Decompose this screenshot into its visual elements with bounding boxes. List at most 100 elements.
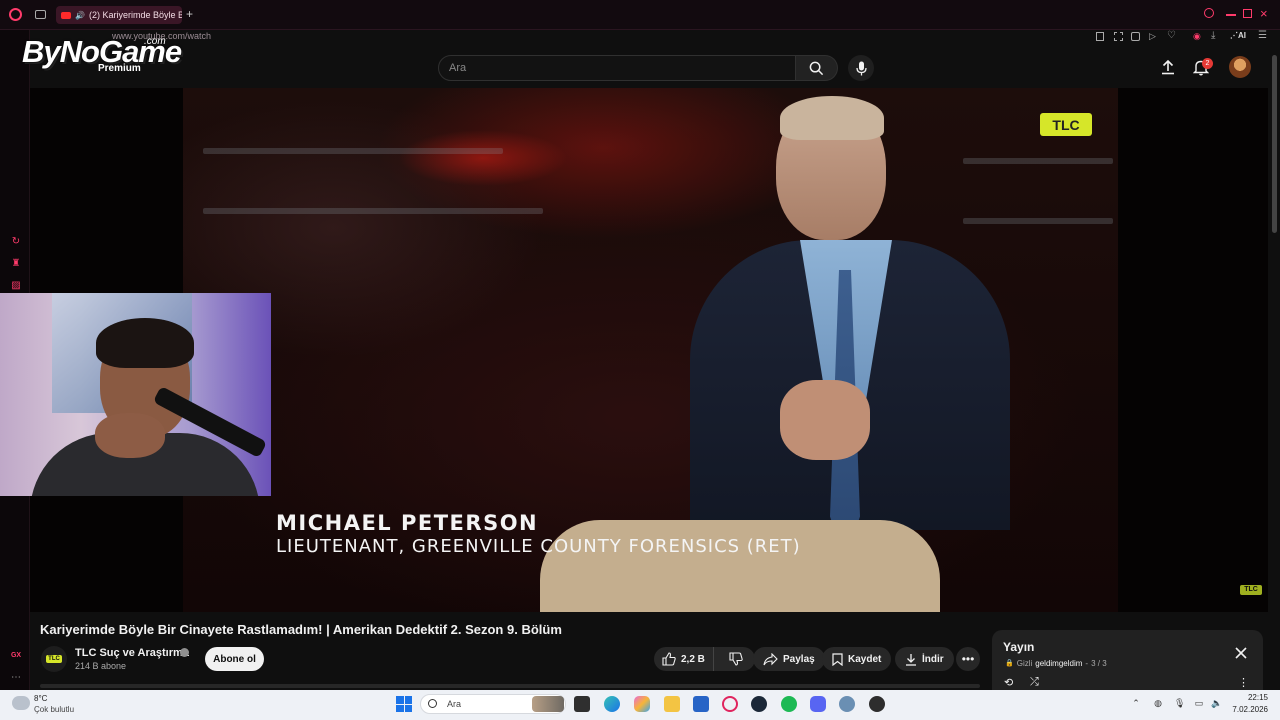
more-actions-button[interactable]: •••: [956, 647, 980, 671]
speaker-icon[interactable]: 🔊: [75, 11, 85, 20]
playlist-menu-icon[interactable]: ⋮: [1238, 676, 1249, 689]
download-label: İndir: [922, 653, 944, 665]
interviewee-hands: [780, 380, 870, 460]
player-icon[interactable]: ▷: [1149, 31, 1156, 42]
menu-icon[interactable]: ☰: [1258, 30, 1267, 41]
opera-logo-icon[interactable]: [9, 8, 22, 21]
page-scrollbar[interactable]: [1272, 55, 1277, 233]
file-explorer-icon[interactable]: [664, 696, 680, 712]
verified-check-icon: [180, 648, 189, 657]
channel-avatar-text: TLC: [46, 655, 62, 663]
interviewee-pants: [540, 520, 940, 612]
pinboard-icon[interactable]: ▨: [10, 280, 22, 292]
opera-gx-taskbar-icon[interactable]: [722, 696, 738, 712]
thumbs-up-icon: [662, 652, 676, 666]
lock-icon: 🔒: [1005, 660, 1014, 667]
playlist-position: 3 / 3: [1091, 659, 1107, 668]
windows-start-icon[interactable]: [396, 696, 412, 712]
obs-icon[interactable]: [869, 696, 885, 712]
bookmark-save-icon: [832, 652, 843, 666]
extensions-icon[interactable]: ♜: [10, 258, 22, 270]
weather-condition[interactable]: Çok bulutlu: [34, 705, 74, 714]
streamer-hair: [96, 318, 194, 368]
microphone-icon: [855, 61, 867, 75]
gx-corner-icon[interactable]: GX: [10, 650, 22, 662]
store-icon[interactable]: [693, 696, 709, 712]
voice-search-button[interactable]: [848, 55, 874, 81]
download-button[interactable]: İndir: [895, 647, 954, 671]
copilot-icon[interactable]: [634, 696, 650, 712]
search-tabs-icon[interactable]: [1204, 8, 1214, 18]
download-icon[interactable]: ⤓: [1211, 30, 1215, 41]
sidebar-more-icon[interactable]: ⋯: [10, 672, 22, 684]
task-view-icon[interactable]: [574, 696, 590, 712]
channel-name[interactable]: TLC Suç ve Araştırma: [75, 647, 189, 659]
subscribe-button[interactable]: Abone ol: [205, 647, 264, 671]
shuffle-icon[interactable]: ⤮: [1030, 676, 1039, 689]
lower-third-title: LIEUTENANT, GREENVILLE COUNTY FORENSICS …: [276, 536, 801, 557]
loop-icon[interactable]: ⟲: [1004, 676, 1013, 689]
adblock-icon[interactable]: [1131, 32, 1140, 41]
close-window-button[interactable]: ×: [1260, 6, 1268, 21]
more-horizontal-icon: •••: [961, 652, 975, 666]
profile-icon[interactable]: ◉: [1193, 31, 1201, 42]
tray-app-icon[interactable]: ◍: [1153, 698, 1163, 708]
browser-tab-youtube[interactable]: 🔊 (2) Kariyerimde Böyle B: [56, 6, 182, 24]
tab-switcher-icon[interactable]: [35, 10, 46, 19]
minimize-button[interactable]: [1226, 14, 1236, 16]
weather-temperature[interactable]: 8°C: [34, 694, 47, 703]
thumbs-down-icon: [729, 652, 743, 666]
video-title: Kariyerimde Böyle Bir Cinayete Rastlamad…: [40, 622, 562, 637]
clock-time[interactable]: 22:15: [1232, 693, 1268, 702]
search-input[interactable]: Ara: [438, 55, 796, 81]
download-arrow-icon: [906, 653, 916, 666]
playlist-title[interactable]: Yayın: [1003, 640, 1034, 654]
youtube-premium-label: Premium: [98, 63, 141, 74]
history-icon[interactable]: ↻: [10, 236, 22, 248]
bookmark-icon[interactable]: [1096, 32, 1104, 41]
like-button[interactable]: 2,2 B: [654, 647, 714, 671]
taskbar-search-icon: [428, 699, 437, 708]
channel-avatar[interactable]: TLC: [41, 646, 67, 672]
cloud-icon[interactable]: [12, 696, 30, 710]
clock-date[interactable]: 7.02.2026: [1226, 705, 1268, 714]
restore-button[interactable]: [1243, 9, 1252, 18]
tray-overflow-chevron-icon[interactable]: ⌃: [1131, 698, 1141, 708]
search-icon: [809, 61, 824, 75]
close-icon[interactable]: [1234, 646, 1248, 660]
description-box-edge[interactable]: [40, 684, 980, 688]
tlc-channel-logo: TLC: [1040, 113, 1092, 136]
tlc-watermark: TLC: [1240, 585, 1262, 595]
notification-count-badge: 2: [1202, 58, 1213, 69]
snapshot-icon[interactable]: [1114, 32, 1123, 41]
share-label: Paylaş: [783, 653, 815, 665]
dislike-button[interactable]: [719, 647, 753, 671]
webcam-overlay: [0, 293, 271, 496]
like-dislike-group: 2,2 B: [654, 647, 755, 671]
browser-tab-bar: 🔊 (2) Kariyerimde Böyle B + ×: [0, 0, 1280, 30]
share-button[interactable]: Paylaş: [753, 647, 825, 671]
tab-title: (2) Kariyerimde Böyle B: [88, 10, 182, 20]
spotify-icon[interactable]: [781, 696, 797, 712]
steam-icon[interactable]: [751, 696, 767, 712]
new-tab-button[interactable]: +: [186, 7, 193, 21]
playlist-privacy: Gizli: [1016, 659, 1033, 668]
subscriber-count: 214 B abone: [75, 661, 127, 671]
playlist-owner[interactable]: geldimgeldim: [1035, 659, 1082, 668]
tray-volume-icon[interactable]: 🔈: [1211, 698, 1222, 708]
playlist-subtitle: 🔒 Gizli geldimgeldim - 3 / 3: [1005, 659, 1107, 668]
edge-icon[interactable]: [604, 696, 620, 712]
bynogame-logo-dotcom: .com: [144, 36, 166, 47]
tray-network-icon[interactable]: ▭: [1194, 698, 1204, 708]
discord-icon[interactable]: [810, 696, 826, 712]
settings-gear-icon[interactable]: [839, 696, 855, 712]
search-button[interactable]: [796, 55, 838, 81]
ai-icon[interactable]: ⋰AI: [1230, 31, 1246, 40]
search-highlight-image: [532, 696, 564, 712]
create-upload-icon[interactable]: [1160, 59, 1176, 80]
tray-microphone-icon[interactable]: 🎙: [1174, 698, 1185, 708]
lower-third-name: MICHAEL PETERSON: [276, 511, 539, 535]
save-button[interactable]: Kaydet: [822, 647, 892, 671]
avatar[interactable]: [1229, 56, 1251, 78]
favorites-heart-icon[interactable]: ♡: [1167, 30, 1176, 41]
